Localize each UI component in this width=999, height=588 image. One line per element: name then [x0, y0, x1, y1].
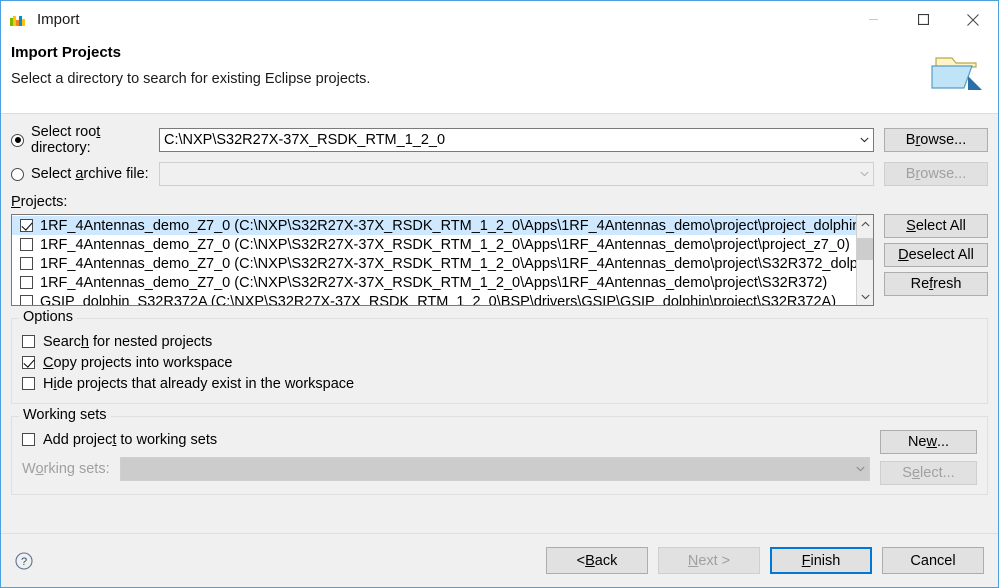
select-root-directory-label: Select root directory: — [31, 124, 159, 156]
dialog-body: Select root directory: C:\NXP\S32R27X-37… — [1, 114, 998, 533]
scrollbar-thumb[interactable] — [857, 238, 874, 260]
minimize-button[interactable] — [848, 1, 898, 38]
copy-projects-into-workspace-checkbox[interactable]: Copy projects into workspace — [22, 352, 977, 373]
option-label: Hide projects that already exist in the … — [43, 376, 354, 392]
root-directory-combo[interactable]: C:\NXP\S32R27X-37X_RSDK_RTM_1_2_0 — [159, 128, 874, 152]
svg-text:?: ? — [21, 556, 27, 568]
projects-label: Projects: — [11, 194, 988, 210]
dialog-header: Import Projects Select a directory to se… — [1, 38, 998, 114]
options-group: Options Search for nested projects Copy … — [11, 318, 988, 404]
projects-listbox[interactable]: 1RF_4Antennas_demo_Z7_0 (C:\NXP\S32R27X-… — [11, 214, 874, 306]
working-sets-field-row: Working sets: — [22, 457, 870, 481]
hide-existing-projects-checkbox[interactable]: Hide projects that already exist in the … — [22, 373, 977, 394]
add-working-set-label: Add project to working sets — [43, 432, 217, 448]
working-sets-field-label: Working sets: — [22, 461, 120, 477]
title-bar: Import — [1, 1, 998, 38]
browse-archive-file-button: Browse... — [884, 162, 988, 186]
new-working-set-button[interactable]: New... — [880, 430, 977, 454]
select-all-button[interactable]: Select All — [884, 214, 988, 238]
page-title: Import Projects — [11, 44, 998, 61]
working-sets-legend: Working sets — [19, 407, 111, 423]
projects-area: 1RF_4Antennas_demo_Z7_0 (C:\NXP\S32R27X-… — [11, 214, 988, 306]
checkbox-indicator — [22, 335, 35, 348]
table-row[interactable]: 1RF_4Antennas_demo_Z7_0 (C:\NXP\S32R27X-… — [12, 273, 856, 292]
footer-buttons: < Back Next > Finish Cancel — [546, 547, 984, 574]
maximize-icon — [918, 14, 929, 25]
table-row[interactable]: 1RF_4Antennas_demo_Z7_0 (C:\NXP\S32R27X-… — [12, 235, 856, 254]
projects-list: 1RF_4Antennas_demo_Z7_0 (C:\NXP\S32R27X-… — [12, 215, 856, 305]
options-legend: Options — [19, 309, 77, 325]
select-working-set-button: Select... — [880, 461, 977, 485]
deselect-all-button[interactable]: Deselect All — [884, 243, 988, 267]
project-checkbox[interactable] — [20, 276, 33, 289]
checkbox-indicator — [22, 433, 35, 446]
cancel-button[interactable]: Cancel — [882, 547, 984, 574]
import-projects-dialog: Import Import Projects Select a director… — [0, 0, 999, 588]
close-button[interactable] — [948, 1, 998, 38]
close-icon — [967, 14, 979, 26]
project-label: 1RF_4Antennas_demo_Z7_0 (C:\NXP\S32R27X-… — [40, 237, 850, 253]
table-row[interactable]: 1RF_4Antennas_demo_Z7_0 (C:\NXP\S32R27X-… — [12, 216, 856, 235]
option-label: Search for nested projects — [43, 334, 212, 350]
chevron-down-icon[interactable] — [857, 288, 874, 305]
project-checkbox[interactable] — [20, 219, 33, 232]
project-label: GSIP_dolphin_S32R372A (C:\NXP\S32R27X-37… — [40, 294, 836, 306]
help-question-icon[interactable]: ? — [15, 552, 33, 570]
table-row[interactable]: GSIP_dolphin_S32R372A (C:\NXP\S32R27X-37… — [12, 292, 856, 305]
root-directory-row: Select root directory: C:\NXP\S32R27X-37… — [11, 124, 988, 156]
project-label: 1RF_4Antennas_demo_Z7_0 (C:\NXP\S32R27X-… — [40, 275, 827, 291]
radio-indicator — [11, 134, 24, 147]
project-checkbox[interactable] — [20, 257, 33, 270]
radio-indicator — [11, 168, 24, 181]
search-nested-projects-checkbox[interactable]: Search for nested projects — [22, 331, 977, 352]
project-label: 1RF_4Antennas_demo_Z7_0 (C:\NXP\S32R27X-… — [40, 218, 856, 234]
nxp-logo-icon — [10, 15, 28, 26]
checkbox-indicator — [22, 377, 35, 390]
select-archive-file-radio[interactable]: Select archive file: — [11, 166, 159, 182]
projects-scrollbar[interactable] — [856, 215, 873, 305]
options-box: Search for nested projects Copy projects… — [11, 318, 988, 404]
chevron-up-icon[interactable] — [857, 215, 874, 232]
window-controls — [848, 1, 998, 38]
project-checkbox[interactable] — [20, 238, 33, 251]
add-project-to-working-sets-checkbox[interactable]: Add project to working sets — [22, 429, 870, 450]
project-checkbox[interactable] — [20, 295, 33, 305]
project-label: 1RF_4Antennas_demo_Z7_0 (C:\NXP\S32R27X-… — [40, 256, 856, 272]
working-sets-combo — [120, 457, 870, 481]
finish-button[interactable]: Finish — [770, 547, 872, 574]
select-archive-file-label: Select archive file: — [31, 166, 149, 182]
table-row[interactable]: 1RF_4Antennas_demo_Z7_0 (C:\NXP\S32R27X-… — [12, 254, 856, 273]
back-button[interactable]: < Back — [546, 547, 648, 574]
checkbox-indicator — [22, 356, 35, 369]
page-description: Select a directory to search for existin… — [11, 71, 998, 87]
option-label: Copy projects into workspace — [43, 355, 232, 371]
dialog-footer: ? < Back Next > Finish Cancel — [1, 533, 998, 587]
select-root-directory-radio[interactable]: Select root directory: — [11, 124, 159, 156]
next-button: Next > — [658, 547, 760, 574]
refresh-button[interactable]: Refresh — [884, 272, 988, 296]
projects-buttons: Select All Deselect All Refresh — [884, 214, 988, 296]
minimize-icon — [868, 14, 879, 25]
working-sets-box: Add project to working sets Working sets… — [11, 416, 988, 495]
chevron-down-icon — [852, 458, 869, 480]
archive-file-row: Select archive file: Browse... — [11, 162, 988, 186]
chevron-down-icon — [856, 163, 873, 185]
working-sets-group: Working sets Add project to working sets… — [11, 416, 988, 495]
root-directory-value: C:\NXP\S32R27X-37X_RSDK_RTM_1_2_0 — [164, 132, 445, 148]
scrollbar-track[interactable] — [857, 232, 874, 288]
maximize-button[interactable] — [898, 1, 948, 38]
window-title: Import — [37, 11, 80, 28]
import-folder-icon — [928, 46, 986, 98]
chevron-down-icon[interactable] — [856, 129, 873, 151]
browse-root-directory-button[interactable]: Browse... — [884, 128, 988, 152]
archive-file-combo[interactable] — [159, 162, 874, 186]
